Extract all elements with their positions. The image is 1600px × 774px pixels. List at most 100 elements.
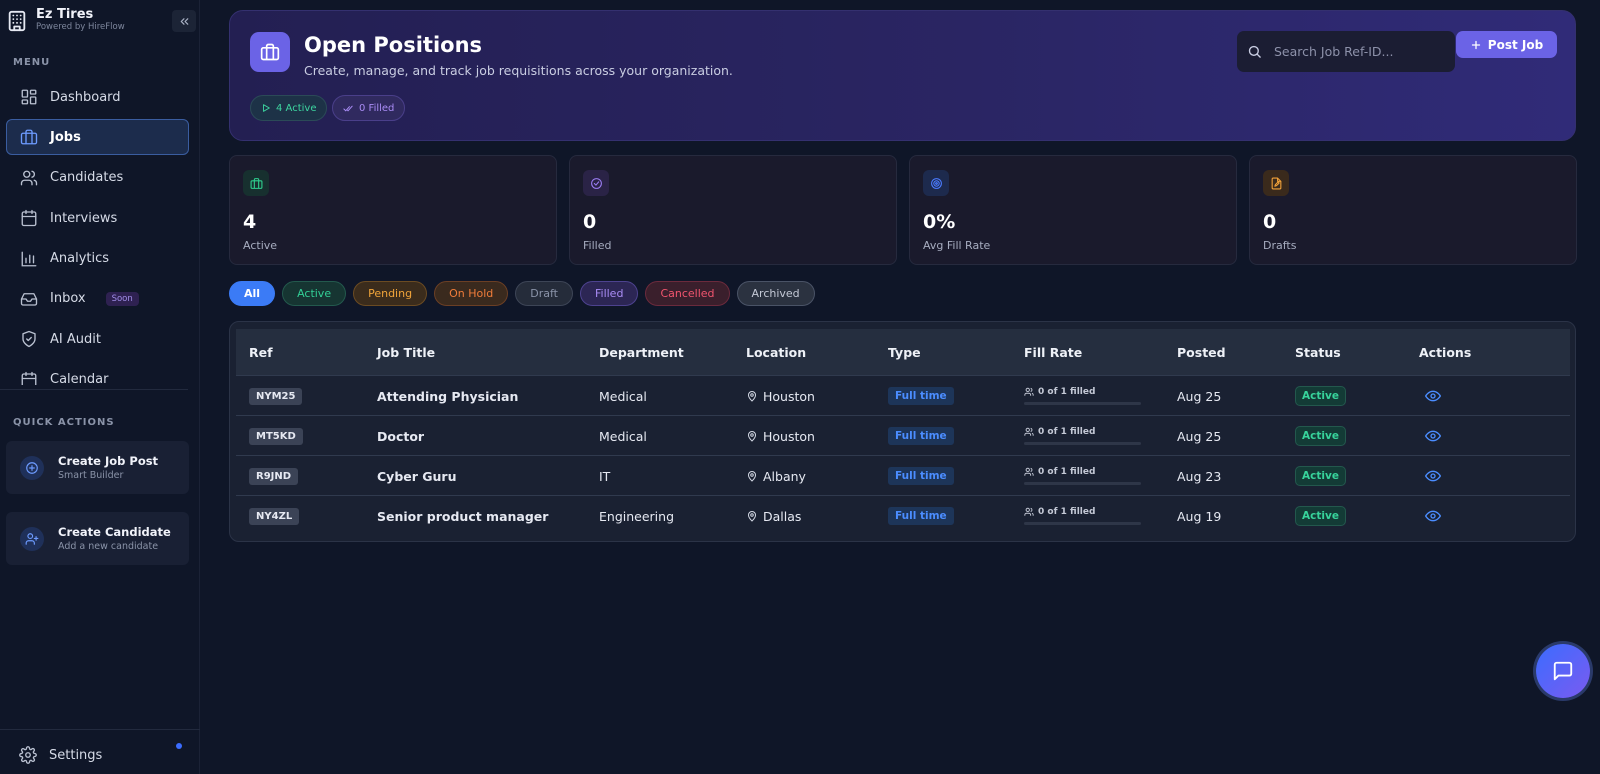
department-cell: Medical [599,428,647,444]
soon-badge: Soon [105,291,139,306]
page-title: Open Positions [304,33,483,57]
post-job-label: Post Job [1487,37,1544,52]
file-edit-icon [1263,170,1289,196]
table-row[interactable]: NYM25 Attending Physician Medical Houston Fu… [236,375,1570,415]
check-circle-icon [583,170,609,196]
target-icon [923,170,949,196]
job-title-cell[interactable]: Senior product manager [377,496,548,536]
stat-card-filled: 0 Filled [569,155,897,265]
quick-actions-label: QUICK ACTIONS [13,417,115,428]
location-cell: Albany [746,456,806,496]
brand-subtitle: Powered by HireFlow [36,22,125,32]
status-badge: Active [1295,466,1346,486]
sidebar: Ez Tires Powered by HireFlow MENU Dashbo… [0,0,200,774]
brand[interactable]: Ez Tires Powered by HireFlow [6,8,125,33]
sidebar-item-interviews[interactable]: Interviews [6,200,189,236]
bar-chart-icon [20,250,38,268]
settings-link[interactable]: Settings [19,746,102,764]
sidebar-item-candidates[interactable]: Candidates [6,160,189,196]
message-square-icon [1553,661,1573,681]
filter-chip-pending[interactable]: Pending [353,281,428,306]
sidebar-item-ai-audit[interactable]: AI Audit [6,321,189,357]
ref-badge: NYM25 [249,387,303,405]
filter-chip-archived[interactable]: Archived [736,281,815,306]
sidebar-item-analytics[interactable]: Analytics [6,241,189,277]
fill-rate-text: 0 of 1 filled [1038,467,1096,477]
collapse-sidebar-button[interactable] [172,10,196,32]
fill-rate-text: 0 of 1 filled [1038,427,1096,437]
sidebar-item-calendar[interactable]: Calendar [6,362,189,385]
filled-count-pill[interactable]: 0 Filled [332,95,406,121]
job-title-cell[interactable]: Attending Physician [377,376,518,416]
sidebar-item-label: Calendar [50,372,109,385]
sidebar-item-label: Inbox [50,291,86,307]
table-row[interactable]: R9JND Cyber Guru IT Albany Full time 0 of 1 f… [236,455,1570,495]
sidebar-item-label: Dashboard [50,89,121,105]
sidebar-item-label: Candidates [50,170,124,186]
plus-icon [1471,40,1480,49]
view-button[interactable] [1425,416,1441,456]
fill-rate-text: 0 of 1 filled [1038,507,1096,517]
users-icon [1024,427,1034,436]
status-badge: Active [1295,426,1346,446]
department-cell: Medical [599,388,647,404]
location-label: Dallas [763,508,802,524]
table-row[interactable]: NY4ZL Senior product manager Engineering Da… [236,495,1570,535]
type-cell: Full time [888,416,954,456]
job-title-cell[interactable]: Cyber Guru [377,456,457,496]
column-header-posted: Posted [1177,344,1226,360]
ref-cell: MT5KD [249,416,303,456]
view-button[interactable] [1425,456,1441,496]
eye-icon [1425,510,1441,522]
gear-icon [19,746,37,764]
active-count-label: 4 Active [276,102,317,114]
filter-chip-draft[interactable]: Draft [515,281,573,306]
type-cell: Full time [888,376,954,416]
sidebar-item-jobs[interactable]: Jobs [6,119,189,156]
stat-value: 0% [923,211,956,233]
quick-action-title: Create Candidate [58,525,171,539]
users-icon [1024,387,1034,396]
quick-action-subtitle: Add a new candidate [58,541,159,552]
stat-card-drafts: 0 Drafts [1249,155,1577,265]
ref-badge: MT5KD [249,427,303,445]
sidebar-item-dashboard[interactable]: Dashboard [6,79,189,115]
view-button[interactable] [1425,376,1441,416]
location-cell: Dallas [746,496,801,536]
stat-label: Drafts [1263,239,1297,252]
fill-rate-cell: 0 of 1 filled [1024,456,1141,496]
quick-action-title: Create Job Post [58,454,159,468]
posted-cell: Aug 19 [1177,508,1222,524]
active-count-pill[interactable]: 4 Active [250,95,328,121]
shield-check-icon [20,330,38,348]
create-job-post-button[interactable]: Create Job Post Smart Builder [6,441,189,494]
department-cell: IT [599,468,611,484]
chevrons-left-icon [180,17,188,25]
status-filter-bar: All Active Pending On Hold Draft Filled … [229,281,815,306]
status-cell: Active [1295,416,1346,456]
filter-chip-all[interactable]: All [229,281,276,306]
view-button[interactable] [1425,496,1441,536]
notification-dot [176,743,182,749]
sidebar-item-label: Analytics [50,251,110,267]
location-cell: Houston [746,376,815,416]
create-candidate-button[interactable]: Create Candidate Add a new candidate [6,512,189,565]
filter-chip-filled[interactable]: Filled [579,281,639,306]
search-input[interactable] [1274,44,1444,59]
table-row[interactable]: MT5KD Doctor Medical Houston Full time 0 of 1… [236,415,1570,455]
play-icon [263,104,270,112]
filter-chip-on-hold[interactable]: On Hold [434,281,509,306]
sidebar-item-inbox[interactable]: Inbox Soon [6,281,189,317]
sidebar-item-label: AI Audit [50,331,101,347]
stat-label: Avg Fill Rate [923,239,991,252]
briefcase-icon [243,170,269,196]
filter-chip-active[interactable]: Active [282,281,347,306]
job-title-cell[interactable]: Doctor [377,416,424,456]
filter-chip-cancelled[interactable]: Cancelled [645,281,730,306]
post-job-button[interactable]: Post Job [1456,31,1557,58]
fill-rate-bar [1024,442,1141,445]
ref-cell: NY4ZL [249,496,300,536]
column-header-status: Status [1295,344,1341,360]
column-header-location: Location [746,344,807,360]
chat-button[interactable] [1536,644,1590,698]
